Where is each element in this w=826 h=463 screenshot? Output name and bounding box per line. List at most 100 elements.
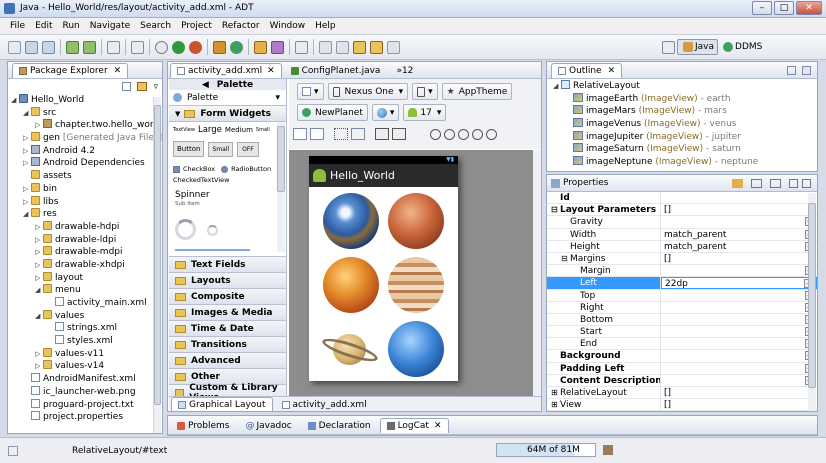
back-icon[interactable] — [370, 40, 383, 54]
property-row[interactable]: Top… — [547, 289, 817, 302]
last-edit-icon[interactable] — [353, 40, 366, 54]
run-icon[interactable] — [172, 40, 185, 54]
menu-help[interactable]: Help — [310, 18, 341, 35]
theme-chooser[interactable]: ★ AppTheme — [441, 83, 513, 100]
tree-item[interactable]: ▷ values-v14 — [11, 360, 162, 373]
image-mars[interactable] — [388, 193, 444, 249]
palette-category[interactable]: Layouts — [169, 273, 286, 289]
tree-item[interactable]: ▷ bin — [11, 182, 162, 196]
outline-item[interactable]: imageSaturn (ImageView) - saturn — [553, 143, 817, 156]
tree-item[interactable]: assets — [11, 170, 162, 183]
activity-chooser[interactable]: NewPlanet — [297, 104, 368, 121]
next-annotation-icon[interactable] — [319, 40, 332, 54]
new-icon[interactable] — [8, 40, 21, 54]
palette-category[interactable]: Text Fields — [169, 257, 286, 273]
palette-category[interactable]: Transitions — [169, 337, 286, 353]
category-form-widgets[interactable]: ▼ Form Widgets — [169, 106, 286, 122]
chevron-down-icon[interactable]: ▾ — [275, 93, 280, 103]
device-screen[interactable]: ▼▮ Hello_World — [309, 156, 458, 381]
expand-toggle-icon[interactable]: ▷ — [35, 221, 43, 234]
expand-toggle-icon[interactable]: ⊞ — [551, 387, 560, 398]
menu-window[interactable]: Window — [265, 18, 311, 35]
tree-item[interactable]: ▷ gen [Generated Java Files] — [11, 132, 162, 145]
toggle-fill-width-icon[interactable] — [293, 128, 307, 140]
property-row[interactable]: Bottom… — [547, 313, 817, 327]
tune-icon[interactable] — [732, 178, 743, 188]
widget-spinner[interactable]: Spinner — [175, 190, 210, 200]
tree-item[interactable]: ▷ Android Dependencies — [11, 157, 162, 170]
image-saturn[interactable] — [320, 331, 381, 367]
palette-scrollbar[interactable] — [277, 122, 285, 252]
tree-item[interactable]: ▷ chapter.two.hello_world — [11, 119, 162, 132]
tab-javadoc[interactable]: @ Javadoc — [238, 418, 298, 433]
property-row[interactable]: Start… — [547, 326, 817, 339]
fast-view-icon[interactable] — [8, 445, 18, 456]
package-explorer-scrollbar[interactable] — [153, 97, 161, 433]
widget-checked-textview[interactable]: CheckedTextView — [173, 176, 229, 184]
menu-edit[interactable]: Edit — [30, 18, 57, 35]
toggle-fill-height-icon[interactable] — [310, 128, 324, 140]
expand-toggle-icon[interactable]: ◢ — [23, 208, 31, 221]
widget-textview[interactable]: TextView — [173, 127, 195, 133]
property-value[interactable]: [] — [664, 388, 671, 398]
tab-outline[interactable]: Outline ✕ — [551, 62, 623, 78]
link-editor-icon[interactable] — [137, 82, 148, 91]
expand-toggle-icon[interactable]: ▷ — [35, 234, 43, 247]
property-row[interactable]: Gravity… — [547, 216, 817, 229]
tree-item[interactable]: project.properties — [11, 411, 162, 424]
tab-activity-add[interactable]: activity_add.xml ✕ — [170, 62, 282, 78]
expand-toggle-icon[interactable]: ▷ — [35, 246, 43, 259]
property-row[interactable]: Content Description… — [547, 374, 817, 387]
tree-item[interactable]: ◢ src — [11, 106, 162, 120]
tab-overflow[interactable]: »12 — [389, 63, 420, 78]
outline-item[interactable]: imageVenus (ImageView) - venus — [553, 118, 817, 131]
gravity-icon[interactable] — [351, 128, 365, 140]
tree-item[interactable]: ▷ drawable-mdpi — [11, 246, 162, 259]
tree-item[interactable]: ◢ menu — [11, 284, 162, 297]
margins-icon[interactable] — [334, 128, 348, 140]
locale-chooser[interactable]: ▾ — [371, 104, 400, 121]
property-row[interactable]: Background… — [547, 350, 817, 363]
property-row[interactable]: ⊞ RelativeLayout [] — [547, 387, 817, 400]
widget-large-text[interactable]: Large — [198, 125, 222, 135]
menu-run[interactable]: Run — [58, 18, 85, 35]
menu-refactor[interactable]: Refactor — [217, 18, 265, 35]
property-value[interactable]: [] — [664, 400, 671, 410]
tab-logcat[interactable]: LogCat ✕ — [379, 417, 449, 433]
close-icon[interactable]: ✕ — [608, 66, 616, 76]
save-icon[interactable] — [25, 40, 38, 54]
outline-item[interactable]: imageMars (ImageView) - mars — [553, 105, 817, 118]
outline-item[interactable]: imageNeptune (ImageView) - neptune — [553, 156, 817, 169]
tree-item[interactable]: ▷ drawable-hdpi — [11, 220, 162, 234]
menu-search[interactable]: Search — [135, 18, 176, 35]
menu-project[interactable]: Project — [176, 18, 217, 35]
distribute-icon[interactable] — [375, 128, 389, 140]
heap-status[interactable]: 64M of 81M — [496, 443, 596, 457]
search-tool-icon[interactable] — [271, 40, 284, 54]
close-button[interactable]: ✕ — [796, 1, 822, 15]
minimize-button[interactable]: – — [752, 1, 772, 15]
tree-item[interactable]: activity_main.xml — [11, 297, 162, 310]
expand-toggle-icon[interactable]: ▷ — [23, 145, 31, 158]
property-value[interactable]: [] — [664, 254, 671, 264]
gc-trash-icon[interactable] — [603, 445, 613, 455]
outline-item[interactable]: imageJupiter (ImageView) - jupiter — [553, 130, 817, 144]
expand-toggle-icon[interactable]: ▷ — [23, 196, 31, 209]
tree-item[interactable]: ▷ layout — [11, 271, 162, 285]
open-perspective-icon[interactable] — [662, 40, 675, 54]
expand-toggle-icon[interactable]: ◢ — [11, 94, 19, 107]
canvas-scrollbar[interactable] — [533, 150, 541, 396]
tree-item[interactable]: AndroidManifest.xml — [11, 373, 162, 386]
widget-small-text[interactable]: Small — [256, 127, 270, 133]
tree-item[interactable]: styles.xml — [11, 335, 162, 348]
property-row[interactable]: Left22dp… — [547, 277, 817, 290]
maximize-view-icon[interactable] — [802, 65, 811, 75]
external-tools-icon[interactable] — [189, 40, 202, 54]
property-row[interactable]: Right… — [547, 301, 817, 314]
widget-medium-text[interactable]: Medium — [225, 126, 253, 134]
expand-toggle-icon[interactable]: ▷ — [23, 183, 31, 196]
expand-toggle-icon[interactable]: ◢ — [35, 310, 43, 323]
widget-sub-item[interactable]: Sub Item — [175, 201, 200, 207]
outline-item[interactable]: imageEarth (ImageView) - earth — [553, 92, 817, 106]
tab-package-explorer[interactable]: Package Explorer ✕ — [12, 62, 129, 78]
